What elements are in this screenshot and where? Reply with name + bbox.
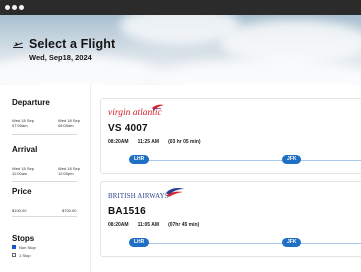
page-title: Select a Flight: [29, 37, 116, 51]
departure-range-track[interactable]: [12, 134, 77, 135]
origin-airport-badge: LHR: [129, 155, 150, 164]
departure-to-time[interactable]: 06:00am: [58, 123, 74, 128]
flight-number: BA1516: [108, 206, 146, 217]
price-min[interactable]: $100.00: [12, 208, 26, 213]
flight-duration: (03 hr 05 min): [168, 139, 201, 145]
flight-card[interactable]: virgin atlantic VS 4007 08:20AM 11:25 AM (…: [100, 98, 361, 174]
route-line: [131, 160, 361, 161]
destination-airport-badge: JFK: [282, 238, 302, 247]
arrival-filter-title: Arrival: [12, 145, 38, 154]
flight-card[interactable]: BRITISH AIRWAYS BA1516 08:20AM 11:05 AM (0…: [100, 181, 361, 257]
destination-airport-badge: JFK: [282, 155, 302, 164]
stops-filter-title: Stops: [12, 234, 35, 243]
window-minimize-button[interactable]: [12, 5, 17, 10]
window-titlebar: [0, 0, 361, 15]
sidebar-divider: [90, 85, 91, 272]
window-maximize-button[interactable]: [19, 5, 24, 10]
cloud-decoration: [150, 60, 361, 85]
arrival-time: 11:25 AM: [137, 139, 160, 145]
virgin-atlantic-logo: virgin atlantic: [108, 104, 164, 118]
flight-times: 08:20AM 11:05 AM (07hr 45 min): [108, 222, 208, 228]
arrival-range-track[interactable]: [12, 181, 77, 182]
one-stop-label: 1 Stop: [19, 253, 31, 258]
page-date: Wed, Sep18, 2024: [29, 53, 92, 62]
price-filter-title: Price: [12, 187, 32, 196]
departure-time: 08:20AM: [108, 222, 129, 228]
price-max[interactable]: $700.00: [62, 208, 76, 213]
arrival-from-time[interactable]: 11:00am: [12, 171, 27, 176]
flight-duration: (07hr 45 min): [168, 222, 200, 228]
nonstop-label: Non Stop: [19, 245, 36, 250]
cloud-decoration: [220, 20, 361, 65]
flight-number: VS 4007: [108, 123, 148, 134]
arrival-to-time[interactable]: 12:00pm: [58, 171, 74, 176]
flight-times: 08:20AM 11:25 AM (03 hr 05 min): [108, 139, 210, 145]
british-airways-wordmark: BRITISH AIRWAYS: [108, 193, 169, 200]
departure-time: 08:20AM: [108, 139, 129, 145]
arrival-time: 11:05 AM: [137, 222, 160, 228]
departure-filter-title: Departure: [12, 98, 50, 107]
route-line: [131, 243, 361, 244]
one-stop-checkbox[interactable]: [12, 253, 16, 257]
departure-from-time[interactable]: 07:00am: [12, 123, 28, 128]
price-range-track[interactable]: [12, 216, 77, 217]
origin-airport-badge: LHR: [129, 238, 150, 247]
page-header-banner: Select a Flight Wed, Sep18, 2024: [0, 15, 361, 85]
british-airways-logo: BRITISH AIRWAYS: [108, 188, 184, 200]
filter-sidebar: Departure Wed 18 Sep 07:00am Wed 18 Sep …: [0, 85, 90, 272]
nonstop-checkbox[interactable]: [12, 245, 16, 249]
window-close-button[interactable]: [5, 5, 10, 10]
airplane-takeoff-icon: [13, 42, 23, 48]
